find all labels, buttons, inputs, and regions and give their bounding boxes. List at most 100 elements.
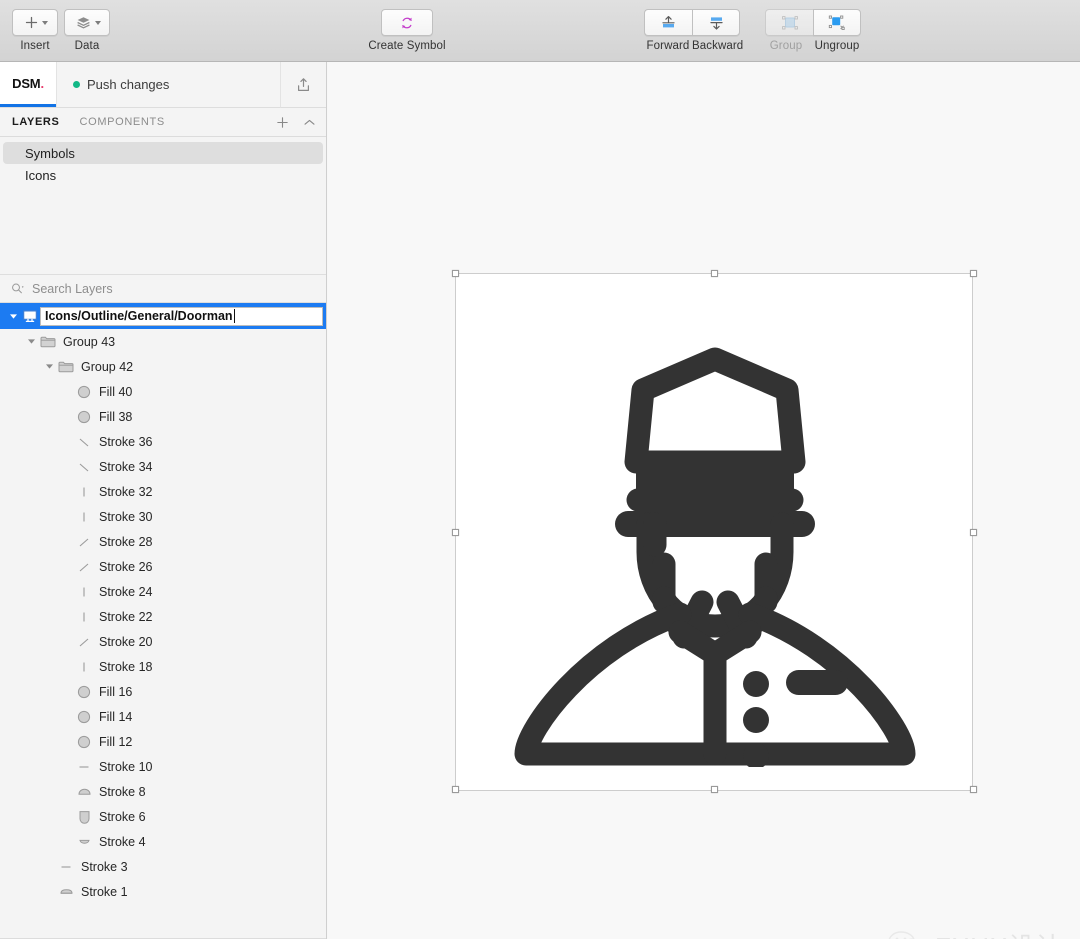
layer-row[interactable]: Stroke 22 [0,604,326,629]
group-button[interactable] [765,9,813,36]
layer-row-label: Stroke 26 [99,559,153,574]
layer-row[interactable]: Stroke 26 [0,554,326,579]
shield-shape-icon [74,810,94,824]
wechat-icon [888,930,915,939]
backward-label: Backward [692,40,744,52]
layer-row[interactable]: Fill 40 [0,379,326,404]
page-item-icons[interactable]: Icons [3,164,323,186]
canvas-area[interactable]: Icons/Outline/General/Doorman [328,62,1080,939]
create-symbol-label: Create Symbol [368,40,446,52]
layer-row[interactable]: Fill 12 [0,729,326,754]
watermark-text: FXUX设计 [935,927,1062,939]
layer-row[interactable]: Stroke 34 [0,454,326,479]
layer-row-label: Stroke 6 [99,809,146,824]
layer-row[interactable]: Stroke 28 [0,529,326,554]
layer-row-label: Fill 14 [99,709,133,724]
layer-row-label: Fill 38 [99,409,133,424]
layer-row-editing[interactable]: Icons/Outline/General/Doorman [0,303,326,329]
symbol-page-list: Symbols Icons [0,137,326,186]
handle-top-right[interactable] [969,269,977,277]
layer-row-label: Stroke 22 [99,609,153,624]
layer-row[interactable]: Stroke 36 [0,429,326,454]
chevron-up-icon[interactable] [303,118,316,127]
bring-forward-icon [662,15,675,27]
create-symbol-button[interactable] [381,9,433,36]
search-layers-row[interactable]: Search Layers [0,274,326,303]
handle-middle-left[interactable] [451,528,459,536]
layer-row[interactable]: Stroke 8 [0,779,326,804]
upload-icon [298,77,309,91]
dsm-tab[interactable]: DSM. [0,62,56,107]
layer-row-label: Stroke 20 [99,634,153,649]
line-vertical-icon [74,610,94,624]
text-cursor [233,309,236,323]
push-changes-button[interactable]: Push changes [56,62,280,108]
layer-row-label: Stroke 34 [99,459,153,474]
upload-button[interactable] [280,62,326,108]
page-item-symbols[interactable]: Symbols [3,142,323,164]
forward-button[interactable] [644,9,692,36]
layers-stack-icon [77,17,90,29]
handle-middle-right[interactable] [969,528,977,536]
tab-layers[interactable]: LAYERS [12,116,60,128]
panel-tabs: LAYERS COMPONENTS [0,108,326,137]
tab-components[interactable]: COMPONENTS [80,116,165,128]
handle-bottom-left[interactable] [451,785,459,793]
push-changes-label: Push changes [87,77,170,92]
doorman-icon[interactable] [488,302,943,767]
layer-rename-input[interactable]: Icons/Outline/General/Doorman [40,306,323,326]
arc-down-icon [74,835,94,848]
layer-row-label: Stroke 36 [99,434,153,449]
line-vertical-icon [74,585,94,599]
layer-row[interactable]: Stroke 32 [0,479,326,504]
toolbar-group-insert: Insert [12,9,58,52]
layer-row[interactable]: Group 43 [0,329,326,354]
left-sidebar: DSM. Push changes LAYERS COMPONENTS Symb… [0,62,327,939]
layer-row[interactable]: Stroke 3 [0,854,326,879]
dsm-header: DSM. Push changes [0,62,326,108]
layer-row-label: Stroke 30 [99,509,153,524]
plus-icon [25,16,38,29]
layer-row[interactable]: Stroke 1 [0,879,326,904]
push-status-dot [73,81,80,88]
search-input[interactable]: Search Layers [32,282,113,296]
refresh-cycle-icon [402,17,412,28]
disclosure-triangle-icon[interactable] [6,312,20,321]
layer-row[interactable]: Stroke 30 [0,504,326,529]
disclosure-triangle-icon[interactable] [42,362,56,371]
badge-bar [786,670,848,695]
line-vertical-icon [74,485,94,499]
layer-row[interactable]: Stroke 20 [0,629,326,654]
layer-row[interactable]: Stroke 10 [0,754,326,779]
insert-button[interactable] [12,9,58,36]
layer-row[interactable]: Group 42 [0,354,326,379]
layer-row[interactable]: Fill 14 [0,704,326,729]
data-button[interactable] [64,9,110,36]
panel-tab-actions [276,116,316,129]
watermark: FXUX设计 [888,927,1062,939]
main-toolbar: Insert Data Create Symbol Forward Backwa… [0,0,1080,62]
layer-row-label: Stroke 18 [99,659,153,674]
handle-bottom-right[interactable] [969,785,977,793]
ungroup-button[interactable] [813,9,861,36]
handle-bottom-center[interactable] [710,785,718,793]
dsm-logo: DSM. [12,75,44,91]
layer-row[interactable]: Fill 16 [0,679,326,704]
layer-row[interactable]: Stroke 18 [0,654,326,679]
layer-row[interactable]: Stroke 6 [0,804,326,829]
line-diag-down-icon [74,435,94,449]
disclosure-triangle-icon[interactable] [24,337,38,346]
handle-top-center[interactable] [710,269,718,277]
plus-icon[interactable] [276,116,289,129]
handle-top-left[interactable] [451,269,459,277]
circle-fill-icon [74,410,94,424]
layer-row[interactable]: Stroke 24 [0,579,326,604]
layer-row[interactable]: Stroke 4 [0,829,326,854]
layer-row-label: Stroke 1 [81,884,128,899]
button-dot-2 [743,707,769,733]
backward-button[interactable] [692,9,740,36]
chevron-down-icon [95,20,101,25]
layer-row[interactable]: Fill 38 [0,404,326,429]
layer-row-label: Stroke 32 [99,484,153,499]
forward-label: Forward [646,40,690,52]
